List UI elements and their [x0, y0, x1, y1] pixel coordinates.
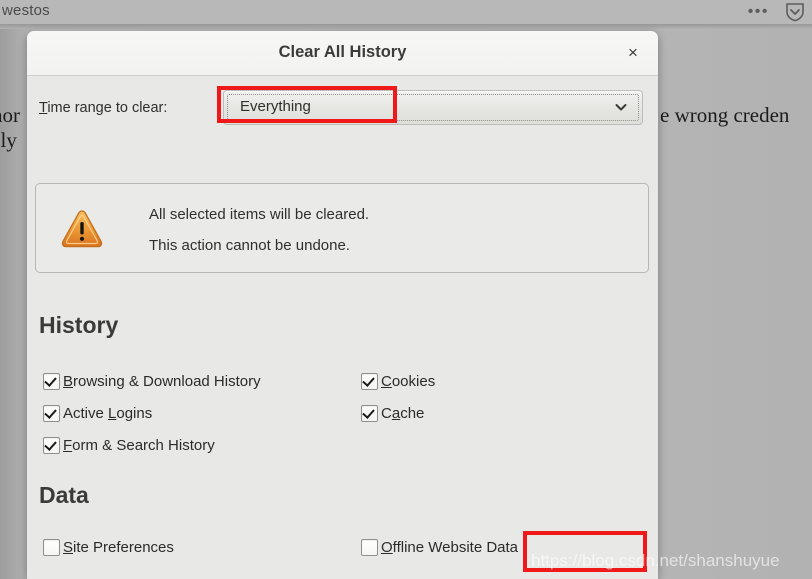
- checkbox-site-preferences[interactable]: Site Preferences: [43, 539, 174, 556]
- checkbox-box[interactable]: [361, 405, 378, 422]
- chevron-down-icon: [614, 100, 628, 114]
- time-range-selected-value: Everything: [240, 98, 311, 115]
- checkbox-box[interactable]: [361, 539, 378, 556]
- warning-panel: All selected items will be cleared. This…: [35, 183, 649, 273]
- warning-text-line-1: All selected items will be cleared.: [149, 206, 370, 223]
- background-text-left-2: ply: [0, 128, 17, 152]
- checkbox-form-search-history[interactable]: Form & Search History: [43, 437, 215, 454]
- checkbox-label: Offline Website Data: [381, 539, 518, 556]
- checkbox-label: Site Preferences: [63, 539, 174, 556]
- accel-key: C: [381, 373, 392, 390]
- checkbox-label: Cache: [381, 405, 424, 422]
- label-rest: ogins: [116, 405, 153, 422]
- checkbox-box[interactable]: [43, 539, 60, 556]
- label-rest: ookies: [391, 373, 436, 390]
- accel-key: a: [391, 405, 401, 422]
- label-pre: Active: [63, 405, 109, 422]
- label-rest: ite Preferences: [73, 539, 174, 556]
- accel-key: F: [63, 437, 73, 454]
- checkbox-offline-website-data[interactable]: Offline Website Data: [361, 539, 518, 556]
- dialog-titlebar: Clear All History ×: [27, 31, 658, 76]
- dialog-body: Time range to clear: Everything All sele…: [27, 76, 658, 579]
- accel-key: B: [63, 373, 74, 390]
- checkbox-box[interactable]: [361, 373, 378, 390]
- time-range-select[interactable]: Everything: [223, 90, 643, 125]
- checkbox-label: Active Logins: [63, 405, 152, 422]
- label-rest: rowsing & Download History: [73, 373, 261, 390]
- checkbox-cache[interactable]: Cache: [361, 405, 424, 422]
- browser-tab-title[interactable]: westos: [2, 2, 50, 19]
- section-heading-data: Data: [39, 482, 89, 508]
- time-range-row: Time range to clear: Everything: [27, 89, 658, 129]
- accel-key: S: [63, 539, 74, 556]
- time-range-label-rest: ime range to clear:: [47, 100, 168, 116]
- toolbar-shadow: [0, 25, 812, 29]
- label-rest: che: [400, 405, 425, 422]
- label-rest: ffline Website Data: [392, 539, 519, 556]
- clear-all-history-dialog: Clear All History × Time range to clear:…: [27, 31, 658, 579]
- checkbox-box[interactable]: [43, 405, 60, 422]
- label-rest: orm & Search History: [72, 437, 215, 454]
- checkbox-cookies[interactable]: Cookies: [361, 373, 435, 390]
- checkbox-box[interactable]: [43, 437, 60, 454]
- background-text-left-1: nor: [0, 103, 20, 127]
- checkbox-label: Form & Search History: [63, 437, 215, 454]
- checkbox-browsing-download-history[interactable]: Browsing & Download History: [43, 373, 261, 390]
- checkbox-label: Cookies: [381, 373, 435, 390]
- dialog-title: Clear All History: [278, 43, 407, 61]
- time-range-label: Time range to clear:: [39, 100, 167, 116]
- more-horizontal-icon[interactable]: •••: [748, 4, 769, 20]
- label-pre: C: [381, 405, 392, 422]
- warning-text-line-2: This action cannot be undone.: [149, 237, 350, 254]
- shield-chevron-down-icon[interactable]: [784, 2, 806, 22]
- accel-key: O: [381, 539, 393, 556]
- checkbox-box[interactable]: [43, 373, 60, 390]
- close-icon[interactable]: ×: [622, 42, 644, 64]
- watermark: https://blog.csdn.net/shanshuyue: [531, 551, 780, 570]
- warning-triangle-icon: [61, 209, 103, 249]
- browser-toolbar: [0, 0, 812, 25]
- checkbox-active-logins[interactable]: Active Logins: [43, 405, 152, 422]
- background-text-right-1: e wrong creden: [660, 103, 790, 127]
- section-heading-history: History: [39, 312, 119, 338]
- checkbox-label: Browsing & Download History: [63, 373, 261, 390]
